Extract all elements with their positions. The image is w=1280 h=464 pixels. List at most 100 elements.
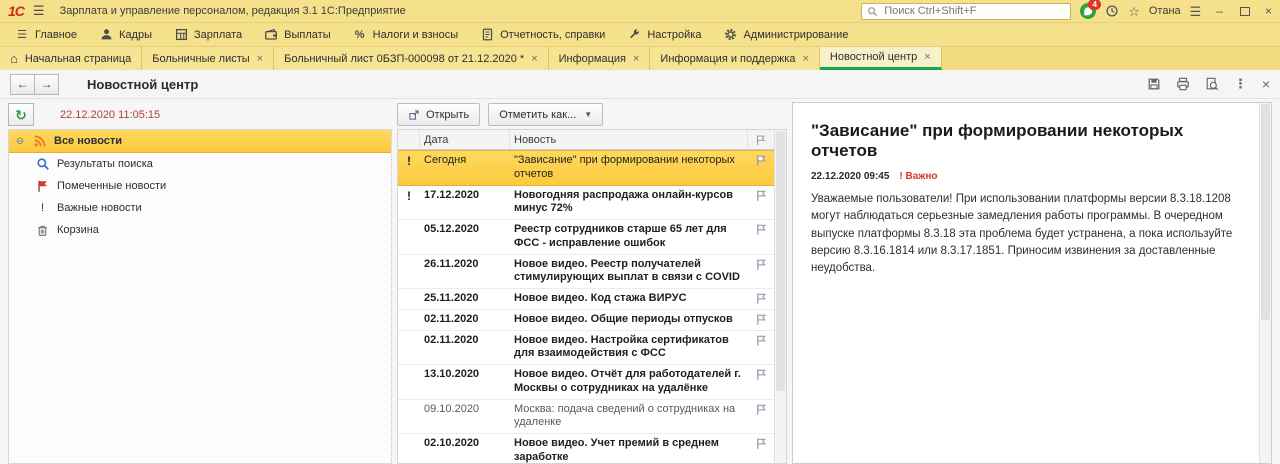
minimize-button[interactable]: – [1216, 5, 1223, 17]
history-icon[interactable] [1105, 4, 1119, 18]
back-button[interactable]: ← [10, 73, 35, 95]
refresh-icon: ↻ [15, 106, 27, 123]
news-row[interactable]: ! 17.12.2020 Новогодняя распродажа онлай… [398, 185, 774, 220]
chevron-down-icon: ▼ [584, 110, 593, 119]
news-row[interactable]: ! Сегодня "Зависание" при формировании н… [398, 150, 774, 186]
more-actions-icon[interactable]: ⋮ [1234, 76, 1247, 92]
excl-icon: ! [40, 202, 45, 214]
save-icon[interactable] [1147, 77, 1161, 91]
menu-item-report[interactable]: Отчетность, справки [469, 23, 616, 46]
importance-icon [398, 365, 420, 371]
forward-button[interactable]: → [35, 73, 59, 95]
print-icon[interactable] [1176, 77, 1190, 91]
flag-toggle-icon[interactable] [748, 310, 774, 326]
news-rows: ! Сегодня "Зависание" при формировании н… [398, 150, 774, 463]
flag-toggle-icon[interactable] [748, 151, 774, 167]
tab-close-icon[interactable]: × [802, 53, 808, 65]
search-icon [35, 157, 50, 172]
menu-icon: ☰ [17, 29, 27, 41]
menu-item-percent[interactable]: % Налоги и взносы [342, 23, 470, 46]
flag-toggle-icon[interactable] [748, 289, 774, 305]
search-input[interactable] [882, 4, 1047, 18]
preview-icon[interactable] [1205, 77, 1219, 91]
flag-toggle-icon[interactable] [748, 255, 774, 271]
current-user[interactable]: Отана [1149, 5, 1181, 17]
tab-close-icon[interactable]: × [257, 53, 263, 65]
news-row[interactable]: 25.11.2020 Новое видео. Код стажа ВИРУС [398, 289, 774, 310]
flag-toggle-icon[interactable] [748, 220, 774, 236]
article-title: "Зависание" при формировании некоторых о… [811, 121, 1184, 160]
mark-as-button[interactable]: Отметить как... ▼ [488, 103, 604, 126]
app-title: Зарплата и управление персоналом, редакц… [59, 5, 406, 17]
sidebar-item-search[interactable]: ⊖ Результаты поиска [9, 153, 391, 175]
sidebar-item-excl[interactable]: ⊖ ! Важные новости [9, 197, 391, 219]
col-flag-icon [748, 130, 774, 149]
flag-toggle-icon[interactable] [748, 186, 774, 202]
tab-3[interactable]: ⌂ Информация × [548, 47, 651, 70]
news-list-scrollbar[interactable] [774, 130, 786, 463]
news-row[interactable]: 02.11.2020 Новое видео. Общие периоды от… [398, 309, 774, 331]
sidebar-item-flag[interactable]: ⊖ Помеченные новости [9, 175, 391, 197]
tree-expander-icon[interactable]: ⊖ [15, 136, 25, 147]
service-menu-icon[interactable]: ☰ [1190, 5, 1202, 18]
news-row[interactable]: 02.10.2020 Новое видео. Учет премий в ср… [398, 434, 774, 463]
sidebar-item-rss[interactable]: ⊖ Все новости [9, 130, 391, 153]
col-date: Дата [420, 130, 510, 149]
tab-close-icon[interactable]: × [531, 53, 537, 65]
notification-badge: 4 [1088, 0, 1102, 10]
flag-toggle-icon[interactable] [748, 434, 774, 450]
importance-icon [398, 220, 420, 226]
open-news-button[interactable]: Открыть [397, 103, 481, 126]
flag-toggle-icon[interactable] [748, 400, 774, 416]
menu-item-person[interactable]: Кадры [88, 23, 163, 46]
news-row[interactable]: 09.10.2020 Москва: подача сведений о сот… [398, 399, 774, 434]
tab-4[interactable]: ⌂ Информация и поддержка × [650, 47, 820, 70]
1c-logo: 1С [8, 3, 25, 19]
article-body: Уважаемые пользователи! При использовани… [811, 193, 1233, 274]
tab-0[interactable]: ⌂ Начальная страница × [0, 47, 143, 70]
news-row[interactable]: 02.11.2020 Новое видео. Настройка сертиф… [398, 330, 774, 365]
tab-2[interactable]: ⌂ Больничный лист 0БЗП-000098 от 21.12.2… [274, 47, 549, 70]
news-list-panel: Открыть Отметить как... ▼ Дата Новость !… [397, 102, 787, 464]
news-groups-tree: ⊖ Все новости ⊖ Результаты поиска ⊖ Поме… [8, 129, 392, 464]
menu-item-grid[interactable]: Зарплата [163, 23, 253, 46]
flag-toggle-icon[interactable] [748, 331, 774, 347]
tab-5[interactable]: ⌂ Новостной центр × [819, 47, 942, 70]
tab-1[interactable]: ⌂ Больничные листы × [142, 47, 275, 70]
wallet-icon [264, 28, 278, 42]
menu-item-wrench[interactable]: Настройка [616, 23, 712, 46]
flag-icon [35, 179, 50, 194]
article-scrollbar[interactable] [1259, 103, 1271, 463]
trash-icon [35, 223, 50, 238]
close-window-button[interactable]: × [1265, 5, 1272, 17]
home-icon: ⌂ [10, 51, 18, 66]
menu-item-wallet[interactable]: Выплаты [253, 23, 341, 46]
notifications-icon[interactable]: 4 [1080, 0, 1102, 19]
grid-icon [174, 28, 188, 42]
importance-icon [398, 255, 420, 261]
news-row[interactable]: 13.10.2020 Новое видео. Отчёт для работо… [398, 365, 774, 400]
close-form-icon[interactable]: × [1262, 76, 1270, 92]
importance-icon: ! [407, 154, 411, 168]
hamburger-menu-icon[interactable]: ☰ [33, 3, 45, 19]
open-windows-tabbar: ⌂ Начальная страница × ⌂ Больничные лист… [0, 47, 1280, 70]
tab-close-icon[interactable]: × [924, 51, 930, 63]
global-search[interactable] [861, 2, 1072, 20]
favorites-star-icon[interactable]: ☆ [1128, 5, 1140, 18]
tab-close-icon[interactable]: × [633, 53, 639, 65]
importance-icon [398, 400, 420, 406]
refresh-button[interactable]: ↻ [8, 103, 34, 126]
report-icon [480, 28, 494, 42]
window-titlebar: 1С ☰ Зарплата и управление персоналом, р… [0, 0, 1280, 23]
news-row[interactable]: 26.11.2020 Новое видео. Реестр получател… [398, 254, 774, 289]
news-row[interactable]: 05.12.2020 Реестр сотрудников старше 65 … [398, 220, 774, 255]
restore-button[interactable] [1239, 6, 1250, 16]
menu-item-gear[interactable]: Администрирование [712, 23, 859, 46]
news-table: Дата Новость ! Сегодня "Зависание" при ф… [397, 129, 787, 464]
menu-item-menu[interactable]: ☰ Главное [4, 23, 88, 46]
col-news: Новость [510, 130, 748, 149]
sidebar-item-trash[interactable]: ⊖ Корзина [9, 219, 391, 241]
flag-toggle-icon[interactable] [748, 365, 774, 381]
importance-icon [398, 434, 420, 440]
page-title: Новостной центр [87, 76, 199, 92]
